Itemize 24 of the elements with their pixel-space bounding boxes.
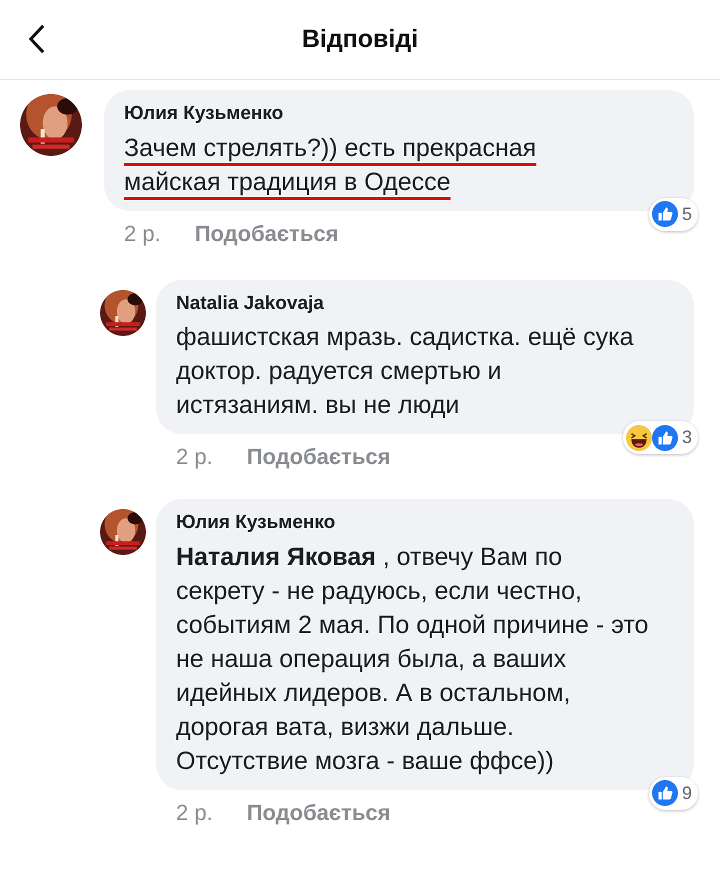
comment-text: фашистская мразь. садистка. ещё сука доктор. радуется смертью и истязаниям. вы не люди (176, 322, 635, 421)
comment-text: Зачем стрелять?)) есть прекрасная майская традиция в Одессе (124, 132, 538, 198)
comment-time: 2 р. (176, 443, 213, 471)
reaction-count: 9 (682, 782, 692, 804)
reaction-badge[interactable]: 5 (648, 198, 698, 230)
thumbs-up-icon (652, 201, 678, 227)
reaction-badge[interactable]: 9 (648, 776, 698, 810)
comment-author[interactable]: Юлия Кузьменко (124, 100, 674, 128)
like-link[interactable]: Подобається (194, 216, 338, 250)
back-icon[interactable] (28, 24, 46, 54)
reaction-count: 3 (682, 426, 692, 449)
reaction-count: 5 (682, 202, 692, 226)
comment-time: 2 р. (176, 798, 213, 827)
like-link[interactable]: Подобається (246, 440, 390, 473)
comment-author[interactable]: Natalia Jakovaja (176, 290, 674, 318)
comment-text: Наталия Яковая , отвечу Вам по секрету - не радуюсь, если честно, событиям 2 мая. По одной причине - это не наша операция была, а ваших идейных лидеров. А в остальном, дорогая вата, визжи дальше. Отсутствие мозга - ваше ффсе)) (176, 542, 650, 776)
like-link[interactable]: Подобається (246, 796, 390, 828)
thumbs-up-icon (652, 424, 678, 450)
page-title: Відповіді (302, 24, 418, 55)
comment-author[interactable]: Юлия Кузьменко (176, 509, 674, 538)
comment-time: 2 р. (124, 220, 161, 248)
thumbs-up-icon (652, 780, 678, 806)
reaction-badge[interactable]: 3 (622, 421, 698, 454)
laughing-face-icon (626, 424, 652, 450)
